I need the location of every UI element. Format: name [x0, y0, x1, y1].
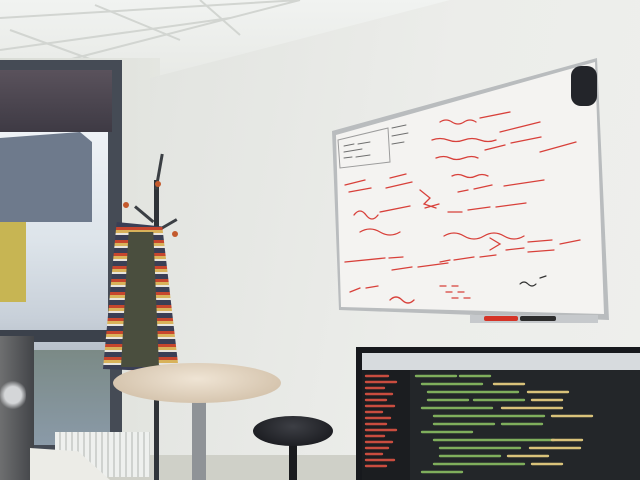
office-photo — [0, 0, 640, 480]
black-marker — [520, 316, 556, 321]
table-leg — [192, 395, 206, 480]
editor-code-lines — [362, 370, 594, 480]
round-table — [113, 363, 281, 403]
stool — [253, 416, 333, 446]
whiteboard-eraser — [571, 66, 597, 106]
editor-tab-bar — [362, 353, 640, 370]
stool-leg — [289, 440, 297, 480]
red-marker — [484, 316, 518, 321]
pc-tower-logo — [0, 375, 26, 415]
